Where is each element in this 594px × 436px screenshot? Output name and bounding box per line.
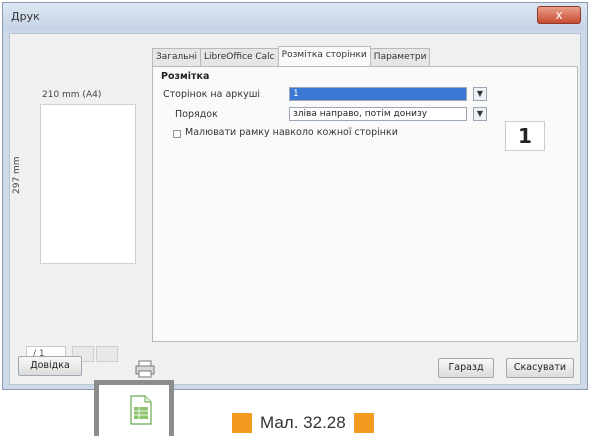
page-layout-panel: Розмітка Сторінок на аркуші 1 ▼ Порядок … bbox=[152, 66, 578, 342]
close-icon: x bbox=[555, 8, 563, 22]
title-bar: Друк x bbox=[3, 3, 587, 31]
order-select[interactable]: зліва направо, потім донизу bbox=[289, 107, 467, 121]
pages-per-sheet-value: 1 bbox=[293, 89, 299, 99]
calc-document-icon bbox=[130, 395, 152, 425]
dialog-title: Друк bbox=[11, 10, 40, 23]
paper-width-label: 210 mm (A4) bbox=[42, 90, 102, 100]
paper-height-label: 297 mm bbox=[12, 156, 22, 194]
tab-calc[interactable]: LibreOffice Calc bbox=[199, 48, 279, 66]
print-icon[interactable] bbox=[134, 360, 160, 378]
caption-marker-right bbox=[353, 413, 374, 433]
caption-marker-left bbox=[232, 413, 252, 433]
tab-page-layout[interactable]: Розмітка сторінки bbox=[277, 46, 371, 66]
close-button[interactable]: x bbox=[537, 6, 581, 24]
chevron-down-icon[interactable]: ▼ bbox=[473, 87, 487, 101]
help-button-label: Довідка bbox=[30, 360, 70, 371]
chevron-down-icon[interactable]: ▼ bbox=[473, 107, 487, 121]
help-button[interactable]: Довідка bbox=[18, 356, 82, 376]
tab-bar: Загальні LibreOffice Calc Розмітка сторі… bbox=[152, 46, 431, 66]
cancel-button-label: Скасувати bbox=[513, 362, 567, 373]
pages-per-sheet-label: Сторінок на аркуші bbox=[163, 89, 261, 100]
paper-preview bbox=[40, 104, 136, 264]
tab-general[interactable]: Загальні bbox=[152, 48, 201, 66]
document-icon-frame bbox=[94, 380, 174, 436]
border-checkbox-label: Малювати рамку навколо кожної сторінки bbox=[185, 127, 398, 138]
layout-preview-number: 1 bbox=[505, 121, 545, 151]
tab-options[interactable]: Параметри bbox=[369, 48, 431, 66]
order-label: Порядок bbox=[175, 109, 218, 120]
preview-number-text: 1 bbox=[518, 124, 532, 148]
ok-button[interactable]: Гаразд bbox=[438, 358, 494, 378]
order-value: зліва направо, потім донизу bbox=[293, 109, 428, 119]
layout-group-title: Розмітка bbox=[161, 71, 210, 82]
figure-caption: Мал. 32.28 bbox=[232, 410, 374, 436]
print-dialog: Друк x 210 mm (A4) 297 mm / 1 Загальні L… bbox=[2, 2, 588, 390]
pages-per-sheet-select[interactable]: 1 bbox=[289, 87, 467, 101]
dialog-body: 210 mm (A4) 297 mm / 1 Загальні LibreOff… bbox=[9, 33, 581, 385]
cancel-button[interactable]: Скасувати bbox=[506, 358, 574, 378]
ok-button-label: Гаразд bbox=[448, 362, 484, 373]
next-page-button[interactable] bbox=[96, 346, 118, 362]
page-preview: 210 mm (A4) 297 mm / 1 bbox=[12, 54, 148, 362]
border-checkbox[interactable] bbox=[173, 130, 181, 138]
caption-text: Мал. 32.28 bbox=[260, 413, 346, 432]
